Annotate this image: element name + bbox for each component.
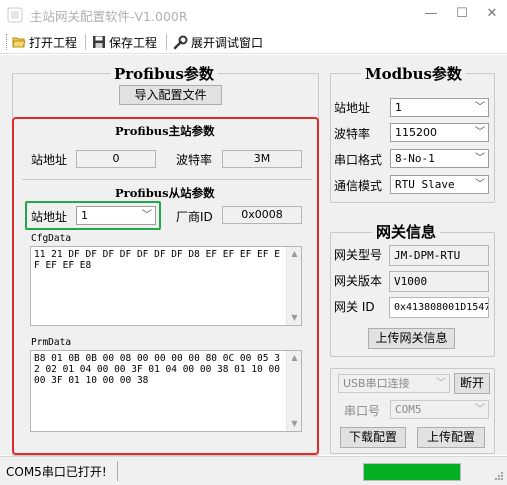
modbus-format-select[interactable]: 8-No-1 ﹀ [390, 149, 489, 168]
chevron-down-icon: ﹀ [475, 127, 485, 138]
modbus-mode-label: 通信模式 [334, 179, 383, 193]
toolbar: 打开工程 保存工程 展开调试窗口 [0, 30, 507, 54]
gateway-group-title: 网关信息 [372, 221, 441, 242]
app-icon [7, 7, 23, 23]
toolbar-grip [6, 34, 8, 50]
expand-debug-label: 展开调试窗口 [191, 35, 264, 50]
status-separator [117, 461, 118, 481]
gateway-version-field: V1000 [389, 271, 489, 292]
gateway-id-label: 网关 ID [334, 300, 375, 314]
chevron-down-icon: ﹀ [475, 153, 485, 164]
resize-grip-icon[interactable] [491, 470, 505, 484]
status-text: COM5串口已打开! [6, 465, 107, 479]
port-select[interactable]: COM5 ﹀ [390, 400, 489, 419]
window-title: 主站网关配置软件-V1.000R [30, 9, 188, 24]
chevron-down-icon: ﹀ [475, 404, 485, 415]
save-icon [93, 36, 105, 48]
gateway-model-label: 网关型号 [334, 248, 383, 262]
highlight-box-green [25, 201, 161, 230]
folder-open-icon [12, 37, 26, 48]
modbus-station-value: 1 [395, 101, 402, 114]
maximize-button[interactable]: ☐ [451, 4, 473, 24]
gateway-version-label: 网关版本 [334, 274, 383, 288]
highlight-box-red [12, 117, 319, 455]
modbus-format-label: 串口格式 [334, 153, 383, 167]
expand-debug-button[interactable]: 展开调试窗口 [173, 33, 263, 51]
progress-bar [363, 463, 461, 481]
modbus-station-select[interactable]: 1 ﹀ [390, 98, 489, 117]
status-bar: COM5串口已打开! [0, 456, 507, 485]
gateway-model-field: JM-DPM-RTU [389, 245, 489, 266]
chevron-down-icon: ﹀ [475, 179, 485, 190]
toolbar-separator [85, 34, 86, 50]
open-project-label: 打开工程 [29, 35, 78, 50]
title-bar: 主站网关配置软件-V1.000R — ☐ ✕ [0, 0, 507, 30]
port-type-select[interactable]: USB串口连接 ﹀ [338, 374, 450, 393]
upload-config-button[interactable]: 上传配置 [417, 427, 485, 448]
import-config-button[interactable]: 导入配置文件 [119, 85, 222, 105]
save-project-label: 保存工程 [109, 35, 158, 50]
disconnect-button[interactable]: 断开 [454, 373, 490, 394]
modbus-baud-value: 115200 [395, 126, 437, 139]
wrench-icon [173, 35, 188, 49]
modbus-mode-select[interactable]: RTU Slave ﹀ [390, 175, 489, 194]
modbus-baud-select[interactable]: 115200 ﹀ [390, 123, 489, 142]
gateway-id-field[interactable]: 0x413808001D1547 [389, 297, 489, 318]
port-value: COM5 [395, 403, 422, 416]
modbus-group-title: Modbus参数 [361, 63, 466, 84]
save-project-button[interactable]: 保存工程 [92, 33, 157, 51]
modbus-station-label: 站地址 [334, 101, 371, 115]
port-type-value: USB串口连接 [343, 377, 410, 390]
upload-gateway-info-button[interactable]: 上传网关信息 [368, 328, 455, 349]
modbus-mode-value: RTU Slave [395, 178, 455, 191]
close-button[interactable]: ✕ [481, 4, 503, 24]
chevron-down-icon: ﹀ [475, 102, 485, 113]
chevron-down-icon: ﹀ [436, 378, 446, 389]
port-label: 串口号 [344, 404, 381, 418]
download-config-button[interactable]: 下载配置 [340, 427, 406, 448]
profibus-group-title: Profibus参数 [110, 63, 218, 84]
progress-fill [364, 464, 460, 480]
minimize-button[interactable]: — [420, 4, 442, 24]
modbus-format-value: 8-No-1 [395, 152, 435, 165]
open-project-button[interactable]: 打开工程 [12, 33, 77, 51]
toolbar-separator [166, 34, 167, 50]
modbus-baud-label: 波特率 [334, 127, 371, 141]
